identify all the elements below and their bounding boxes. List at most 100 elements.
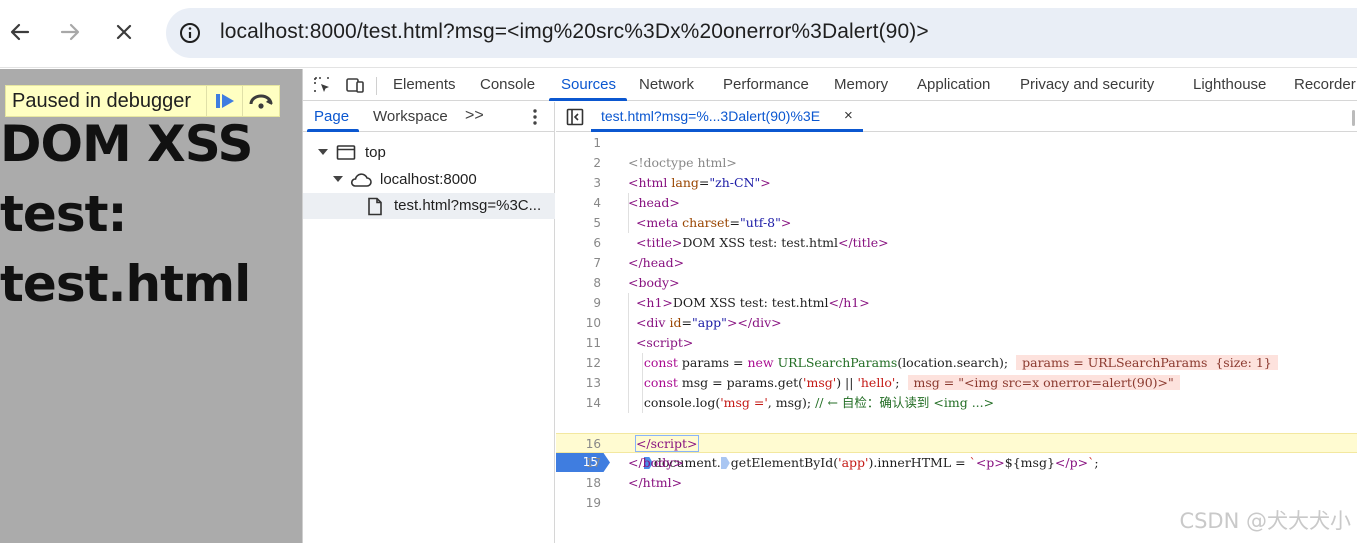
inline-value-msg: msg = "<img src=x onerror=alert(90)>" [907,375,1180,390]
paused-in-debugger-banner: Paused in debugger [5,85,280,117]
url-text[interactable]: localhost:8000/test.html?msg=<img%20src%… [220,20,929,44]
close-tab-icon[interactable]: × [844,107,853,124]
resume-button[interactable] [206,86,242,116]
stop-loading-button[interactable] [104,12,144,52]
tab-performance[interactable]: Performance [723,76,809,93]
code-line[interactable]: 5 <meta charset="utf-8"> [556,213,1357,233]
line-number[interactable]: 11 [556,333,601,353]
watermark: CSDN @犬大犬小 [1179,509,1351,533]
line-number[interactable]: 7 [556,253,601,273]
file-icon [368,197,382,216]
step-over-button[interactable] [242,86,278,116]
address-bar[interactable]: localhost:8000/test.html?msg=<img%20src%… [166,8,1357,58]
line-number[interactable]: 16 [556,434,601,454]
code-line[interactable]: 3 <html lang="zh-CN"> [556,173,1357,193]
editor-tabbar: test.html?msg=%...3Dalert(90)%3E × [556,102,1357,132]
arrow-left-icon [10,23,30,41]
active-navigator-tab-indicator [307,129,359,132]
devtools-panel: Elements Console Sources Network Perform… [302,69,1357,543]
toggle-navigator-icon[interactable] [566,108,584,126]
expand-triangle-icon[interactable] [333,176,343,182]
code-line[interactable]: 7 </head> [556,253,1357,273]
toolbar-divider [376,77,377,95]
page-heading: DOM XSS test: test.html [0,109,302,319]
open-file-tab[interactable]: test.html?msg=%...3Dalert(90)%3E [601,108,820,124]
scroll-marker [1352,110,1355,126]
tab-page[interactable]: Page [314,108,349,125]
line-number[interactable]: 3 [556,173,601,193]
tab-memory[interactable]: Memory [834,76,888,93]
code-line-execution[interactable]: 16 </script> [556,433,1357,453]
line-number[interactable]: 18 [556,473,601,493]
code-line[interactable]: 10 <div id="app"></div> [556,313,1357,333]
frame-icon [336,145,356,160]
tree-label: top [365,144,386,161]
line-number[interactable]: 6 [556,233,601,253]
tab-recorder[interactable]: Recorder [1294,76,1356,93]
line-number[interactable]: 19 [556,493,601,513]
line-number[interactable]: 8 [556,273,601,293]
line-number[interactable]: 10 [556,313,601,333]
code-view[interactable]: 1 2 <!doctype html> 3 <html lang="zh-CN"> … [556,133,1357,543]
forward-button[interactable] [50,12,90,52]
tab-privacy-security[interactable]: Privacy and security [1020,76,1154,93]
code-line[interactable]: 14 console.log('msg =', msg); // ← 自检：确认… [556,393,1357,413]
heading-line: test.html [0,255,251,313]
code-line[interactable]: 11 <script> [556,333,1357,353]
code-line[interactable]: 8 <body> [556,273,1357,293]
tab-lighthouse[interactable]: Lighthouse [1193,76,1266,93]
tree-label: test.html?msg=%3C... [394,197,542,214]
tree-item-top[interactable]: top [303,140,555,166]
device-toolbar-icon[interactable] [345,75,365,95]
active-tab-indicator [549,98,627,101]
line-number[interactable]: 14 [556,393,601,413]
line-number[interactable]: 9 [556,293,601,313]
source-editor: test.html?msg=%...3Dalert(90)%3E × 1 2 <!… [556,102,1357,543]
tree-item-file[interactable]: test.html?msg=%3C... [303,193,555,219]
info-icon[interactable] [178,21,202,45]
more-options-icon[interactable] [531,108,539,126]
browser-toolbar: localhost:8000/test.html?msg=<img%20src%… [0,0,1357,68]
devtools-tabbar: Elements Console Sources Network Perform… [303,69,1357,101]
arrow-right-icon [60,23,80,41]
tree-label: localhost:8000 [380,171,477,188]
navigator-tabs: Page Workspace >> [303,102,555,132]
tree-item-origin[interactable]: localhost:8000 [303,167,555,193]
code-line[interactable]: 18 </html> [556,473,1357,493]
code-line[interactable]: 15 document. getElementById('app').innerH… [556,413,1357,472]
close-icon [116,24,132,40]
inspect-element-icon[interactable] [312,75,332,95]
tab-elements[interactable]: Elements [393,76,456,93]
line-number[interactable]: 13 [556,373,601,393]
line-number[interactable]: 17 [556,453,601,473]
line-number[interactable]: 4 [556,193,601,213]
back-button[interactable] [0,12,40,52]
code-line[interactable]: 17 </body> [556,453,1357,473]
tab-console[interactable]: Console [480,76,535,93]
expand-triangle-icon[interactable] [318,149,328,155]
more-tabs-chevron-icon[interactable]: >> [465,107,484,125]
tab-application[interactable]: Application [917,76,990,93]
tab-sources[interactable]: Sources [561,76,616,93]
tab-workspace[interactable]: Workspace [373,108,448,125]
code-comment: // ← 自检：确认读到 <img ...> [815,395,995,410]
code-line[interactable]: 4 <head> [556,193,1357,213]
code-line[interactable]: 2 <!doctype html> [556,153,1357,173]
code-line[interactable]: 6 <title>DOM XSS test: test.html</title> [556,233,1357,253]
code-line[interactable]: 12 const params = new URLSearchParams(lo… [556,353,1357,373]
inline-value-params: params = URLSearchParams {size: 1} [1016,355,1278,370]
cloud-icon [350,173,372,187]
tab-network[interactable]: Network [639,76,694,93]
code-line[interactable]: 9 <h1>DOM XSS test: test.html</h1> [556,293,1357,313]
line-number[interactable]: 1 [556,133,601,153]
heading-line: test: [0,185,127,243]
line-number[interactable]: 5 [556,213,601,233]
paused-label: Paused in debugger [12,89,192,112]
resume-icon [215,94,234,108]
heading-line: DOM XSS [0,115,254,173]
code-line[interactable]: 13 const msg = params.get('msg') || 'hel… [556,373,1357,393]
page-viewport: DOM XSS test: test.html Paused in debugg… [0,69,302,543]
code-line[interactable]: 1 [556,133,1357,153]
line-number[interactable]: 2 [556,153,601,173]
line-number[interactable]: 12 [556,353,601,373]
